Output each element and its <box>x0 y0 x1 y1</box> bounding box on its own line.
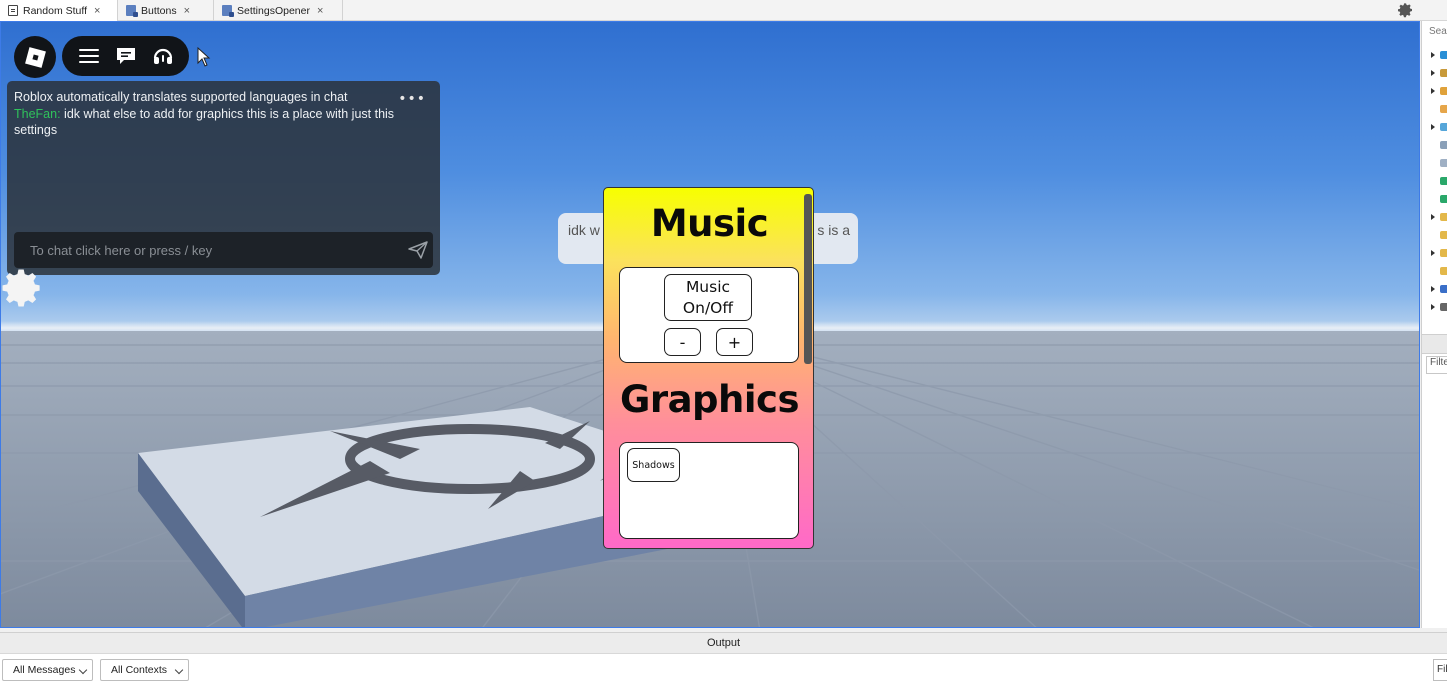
graphics-title: Graphics <box>619 378 800 421</box>
more-options-icon[interactable]: ••• <box>398 91 426 107</box>
gear-icon[interactable] <box>1398 2 1414 18</box>
tab-settings-opener[interactable]: SettingsOpener × <box>214 0 343 21</box>
chevron-down-icon <box>78 665 88 675</box>
chevron-down-icon <box>174 665 184 675</box>
chat-bubble-icon <box>116 48 135 64</box>
chat-window: Roblox automatically translates supporte… <box>7 81 440 275</box>
output-panel-title: Output <box>0 632 1447 653</box>
volume-up-button[interactable]: + <box>716 328 753 356</box>
place-document-icon <box>8 5 18 16</box>
explorer-tree-item[interactable] <box>1431 249 1447 259</box>
replicated-first-icon <box>1440 141 1447 149</box>
explorer-tree-item[interactable] <box>1431 231 1447 241</box>
voice-button[interactable] <box>149 42 177 70</box>
expand-arrow-icon[interactable] <box>1431 88 1435 94</box>
hamburger-icon <box>78 49 99 63</box>
script-icon <box>222 5 234 17</box>
output-filter-input[interactable]: Filter <box>1433 659 1447 681</box>
expand-arrow-icon[interactable] <box>1431 304 1435 310</box>
explorer-tree-item[interactable] <box>1431 51 1447 61</box>
chat-log: Roblox automatically translates supporte… <box>14 89 409 139</box>
tab-buttons[interactable]: Buttons × <box>118 0 214 21</box>
explorer-panel: Search Filter <box>1421 21 1447 628</box>
chat-input-bar <box>14 232 433 268</box>
music-section: Music On/Off - + <box>619 267 799 363</box>
server-storage-icon <box>1440 195 1447 203</box>
chat-speaker-name[interactable]: TheFan: <box>14 107 61 121</box>
system-message: Roblox automatically translates supporte… <box>14 90 348 104</box>
music-title: Music <box>650 202 769 245</box>
dropdown-value: All Contexts <box>111 664 168 676</box>
explorer-tree-item[interactable] <box>1431 69 1447 79</box>
menu-button[interactable] <box>75 42 103 70</box>
lighting-icon <box>1440 87 1447 95</box>
explorer-tree-item[interactable] <box>1431 123 1447 133</box>
tab-label: SettingsOpener <box>237 4 310 17</box>
expand-arrow-icon[interactable] <box>1431 286 1435 292</box>
explorer-tree-item[interactable] <box>1431 195 1447 205</box>
close-icon[interactable]: × <box>184 5 190 17</box>
roblox-logo-icon <box>24 46 46 68</box>
expand-arrow-icon[interactable] <box>1431 70 1435 76</box>
tab-label: Buttons <box>141 4 177 17</box>
expand-arrow-icon[interactable] <box>1431 124 1435 130</box>
volume-down-button[interactable]: - <box>664 328 701 356</box>
tab-label: Random Stuff <box>23 4 88 17</box>
headset-icon <box>153 48 172 64</box>
properties-header <box>1422 334 1447 354</box>
send-icon[interactable] <box>407 240 429 260</box>
teams-icon <box>1440 267 1447 275</box>
bubble-text-right: s is a <box>817 222 850 238</box>
expand-arrow-icon[interactable] <box>1431 52 1435 58</box>
server-script-service-icon <box>1440 177 1447 185</box>
explorer-tree-item[interactable] <box>1431 303 1447 313</box>
expand-arrow-icon[interactable] <box>1431 250 1435 256</box>
material-service-icon <box>1440 105 1447 113</box>
game-viewport[interactable]: Roblox automatically translates supporte… <box>0 21 1420 628</box>
editor-tab-bar: Random Stuff × Buttons × SettingsOpener … <box>0 0 1447 21</box>
music-toggle-button[interactable]: Music On/Off <box>664 274 752 321</box>
players-icon <box>1440 69 1447 77</box>
chat-message: TheFan: idk what else to add for graphic… <box>14 106 409 139</box>
chat-message-text: idk what else to add for graphics this i… <box>14 106 395 138</box>
sound-service-icon <box>1440 285 1447 293</box>
workspace-icon <box>1440 51 1447 59</box>
roblox-menu-button[interactable] <box>14 36 56 78</box>
explorer-tree-item[interactable] <box>1431 177 1447 187</box>
chat-input[interactable] <box>14 232 394 268</box>
starter-pack-icon <box>1440 231 1447 239</box>
explorer-tree-item[interactable] <box>1431 267 1447 277</box>
output-panel: All Messages All Contexts Filter <box>0 653 1447 691</box>
explorer-tree-item[interactable] <box>1431 285 1447 295</box>
script-icon <box>126 5 138 17</box>
topbar-controls <box>62 36 189 76</box>
replicated-storage-icon <box>1440 159 1447 167</box>
chat-toggle-button[interactable] <box>112 42 140 70</box>
graphics-section: Shadows <box>619 442 799 539</box>
explorer-tree-item[interactable] <box>1431 141 1447 151</box>
network-icon <box>1440 123 1447 131</box>
settings-gear-icon[interactable] <box>2 267 44 309</box>
close-icon[interactable]: × <box>94 5 100 17</box>
tab-random-stuff[interactable]: Random Stuff × <box>0 0 118 21</box>
explorer-tree-item[interactable] <box>1431 159 1447 169</box>
explorer-tree-item[interactable] <box>1431 213 1447 223</box>
expand-arrow-icon[interactable] <box>1431 214 1435 220</box>
properties-filter-input[interactable]: Filter <box>1426 356 1447 374</box>
mouse-cursor-icon <box>197 47 211 67</box>
close-icon[interactable]: × <box>317 5 323 17</box>
dropdown-value: All Messages <box>13 664 76 676</box>
messages-filter-dropdown[interactable]: All Messages <box>2 659 93 681</box>
explorer-search-input[interactable]: Search <box>1429 26 1447 37</box>
contexts-filter-dropdown[interactable]: All Contexts <box>100 659 189 681</box>
starter-player-icon <box>1440 249 1447 257</box>
settings-panel[interactable]: Music Music On/Off - + Graphics Shadows <box>603 187 814 549</box>
text-chat-service-icon <box>1440 303 1447 311</box>
explorer-tree-item[interactable] <box>1431 105 1447 115</box>
explorer-tree-item[interactable] <box>1431 87 1447 97</box>
starter-gui-icon <box>1440 213 1447 221</box>
shadows-toggle-button[interactable]: Shadows <box>627 448 680 482</box>
